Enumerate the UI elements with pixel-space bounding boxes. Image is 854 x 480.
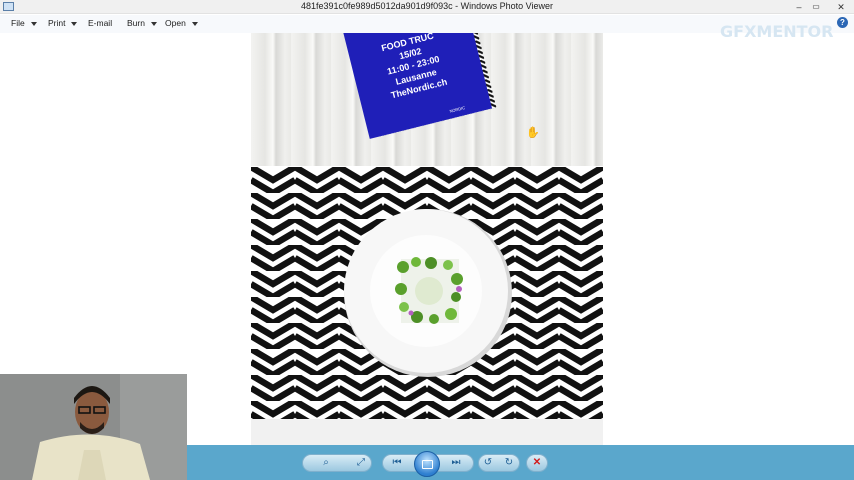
menu-open-label: Open	[165, 18, 186, 28]
help-icon[interactable]: ?	[837, 17, 848, 28]
menu-email-label: E-mail	[88, 18, 113, 28]
close-window-button[interactable]: ✕	[828, 0, 854, 14]
rotate-clockwise-icon[interactable]: ↻	[500, 454, 518, 472]
slideshow-icon	[422, 460, 433, 469]
menu-print[interactable]: Print	[48, 18, 78, 28]
menu-burn[interactable]: Burn	[127, 18, 157, 28]
menu-email[interactable]: E-mail	[88, 18, 112, 28]
webcam-overlay	[0, 374, 187, 480]
menu-file[interactable]: File	[11, 18, 37, 28]
title-bar: 481fe391c0fe989d5012da901d9f093c - Windo…	[0, 0, 854, 14]
menu-file-label: File	[11, 18, 25, 28]
previous-icon[interactable]: ⏮	[388, 454, 406, 472]
photo-canvas[interactable]: FOOD TRUC 15/02 11:00 - 23:00 Lausanne T…	[251, 33, 603, 445]
hand-cursor-icon: ✋	[526, 127, 540, 139]
food-truck-card: FOOD TRUC 15/02 11:00 - 23:00 Lausanne T…	[342, 33, 497, 139]
next-icon[interactable]: ⏭	[447, 454, 465, 472]
photo-viewer-window: 481fe391c0fe989d5012da901d9f093c - Windo…	[0, 0, 854, 480]
chevron-down-icon	[150, 21, 157, 26]
fit-to-window-icon[interactable]: ⤢	[352, 454, 370, 472]
chevron-down-icon	[30, 21, 37, 26]
next-image-strip	[251, 419, 603, 445]
rotate-counterclockwise-icon[interactable]: ↺	[479, 454, 497, 472]
watermark-logo: GFXMENTOR	[720, 22, 834, 41]
zoom-icon[interactable]: ⌕	[317, 454, 335, 472]
chevron-down-icon	[71, 21, 78, 26]
maximize-button[interactable]: ▭	[806, 0, 826, 14]
menu-burn-label: Burn	[127, 18, 145, 28]
salad-dish	[395, 257, 463, 324]
chevron-placemat	[251, 167, 603, 419]
menu-print-label: Print	[48, 18, 66, 28]
window-title: 481fe391c0fe989d5012da901d9f093c - Windo…	[300, 1, 554, 11]
slideshow-button[interactable]	[414, 451, 440, 477]
chevron-down-icon	[191, 21, 198, 26]
delete-icon[interactable]: ✕	[528, 454, 546, 472]
menu-open[interactable]: Open	[165, 18, 198, 28]
